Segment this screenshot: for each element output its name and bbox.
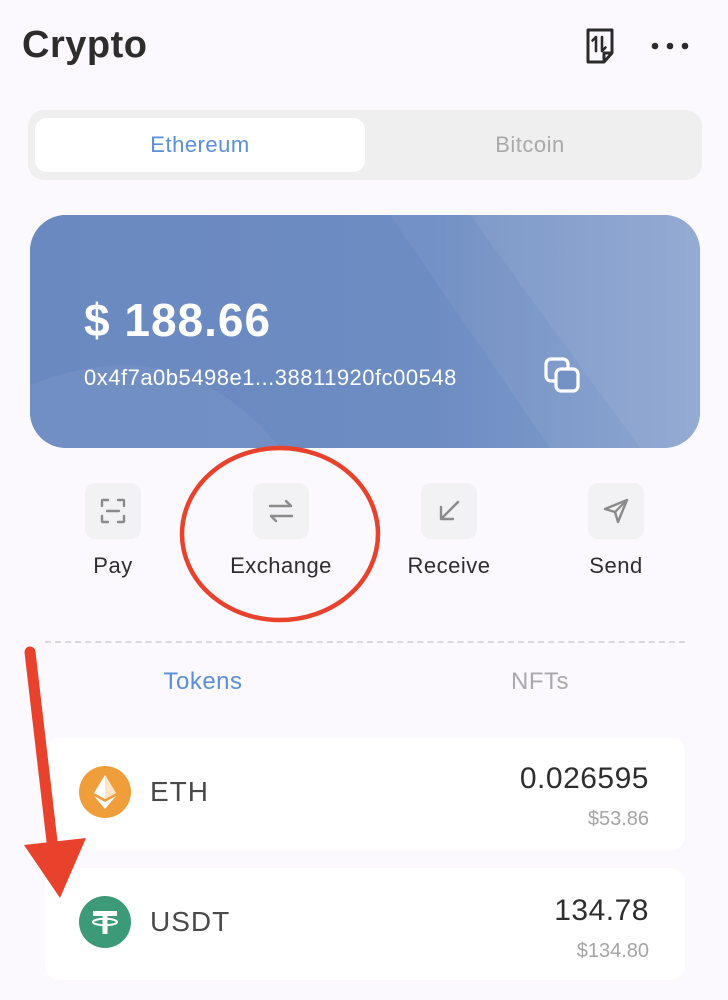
copy-icon[interactable] (540, 353, 584, 397)
token-usd-value: $134.80 (576, 940, 649, 962)
pay-label: Pay (93, 553, 133, 578)
exchange-button[interactable]: Exchange (211, 480, 351, 590)
token-row-usdt[interactable]: USDT 134.78 $134.80 (45, 868, 685, 980)
token-usd-value: $53.86 (587, 808, 649, 830)
tether-icon (79, 896, 131, 948)
token-amount: 134.78 (554, 894, 649, 927)
token-amount: 0.026595 (519, 762, 649, 795)
wallet-actions: Pay Exchange Receive Send (0, 480, 728, 590)
header: Crypto (0, 0, 728, 95)
tab-bitcoin[interactable]: Bitcoin (365, 118, 695, 172)
tab-ethereum[interactable]: Ethereum (35, 118, 365, 172)
ethereum-icon (79, 766, 131, 818)
exchange-label: Exchange (230, 553, 332, 578)
tab-tokens[interactable]: Tokens (103, 668, 303, 696)
token-symbol: USDT (150, 906, 231, 937)
wallet-card: $ 188.66 0x4f7a0b5498e1...38811920fc0054… (30, 215, 700, 448)
network-segmented-control: Ethereum Bitcoin (28, 110, 702, 180)
wallet-balance: $ 188.66 (84, 294, 272, 346)
more-horizontal-icon[interactable] (648, 26, 692, 66)
receive-button[interactable]: Receive (379, 480, 519, 590)
swap-arrows-icon (253, 483, 309, 539)
send-label: Send (589, 553, 643, 578)
token-row-eth[interactable]: ETH 0.026595 $53.86 (45, 738, 685, 850)
divider (45, 641, 685, 643)
arrow-down-left-icon (421, 483, 477, 539)
tab-nfts[interactable]: NFTs (440, 668, 640, 696)
transactions-icon[interactable] (580, 26, 620, 66)
pay-button[interactable]: Pay (43, 480, 183, 590)
send-button[interactable]: Send (546, 480, 686, 590)
send-icon (588, 483, 644, 539)
token-symbol: ETH (150, 776, 209, 807)
page-title: Crypto (22, 24, 148, 66)
receive-label: Receive (407, 553, 491, 578)
scan-icon (85, 483, 141, 539)
wallet-address: 0x4f7a0b5498e1...38811920fc00548 (84, 365, 457, 390)
